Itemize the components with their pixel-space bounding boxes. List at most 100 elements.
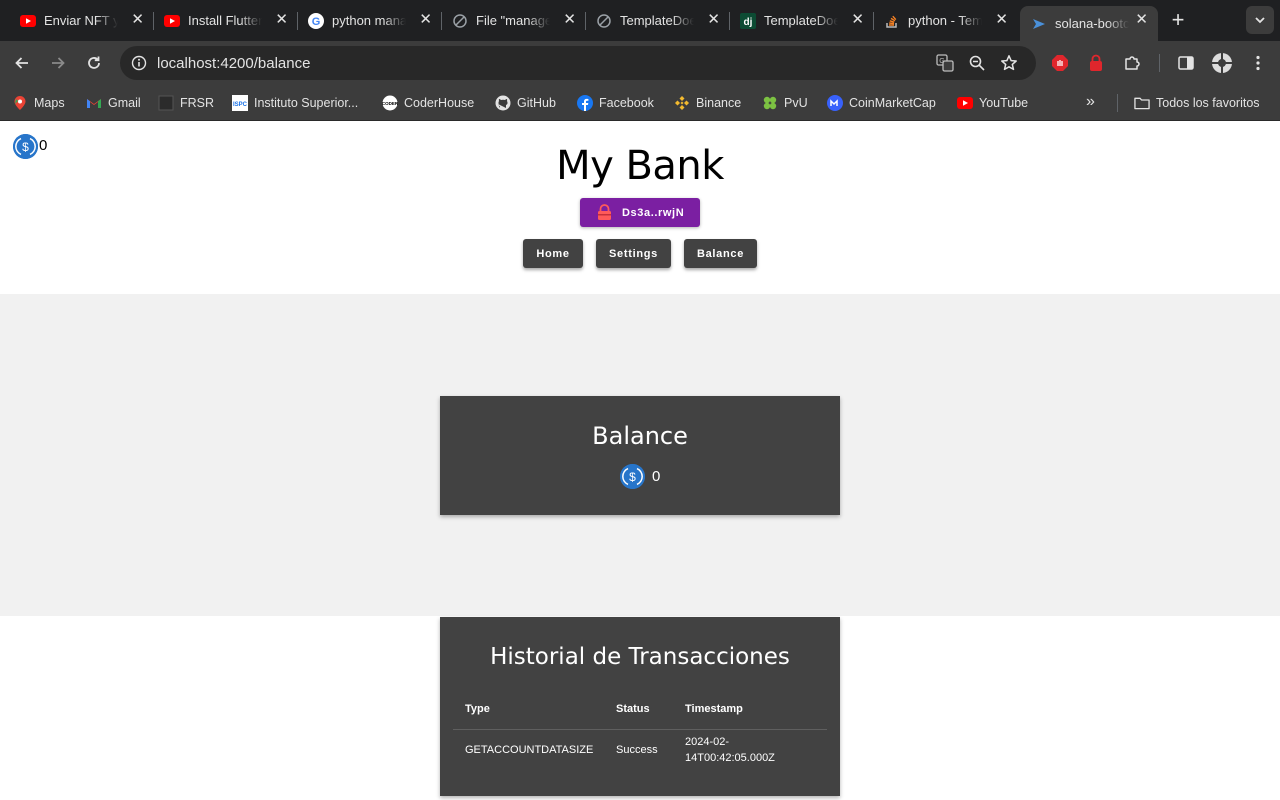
close-icon[interactable]: ✕ [995, 12, 1008, 28]
svg-text:CODER: CODER [382, 101, 398, 106]
bookmark-label: Facebook [599, 96, 654, 110]
tx-timestamp: 2024-02- 14T00:42:05.000Z [685, 736, 775, 765]
new-tab-button[interactable]: + [1166, 9, 1190, 33]
site-info-icon[interactable] [128, 52, 150, 74]
folder-icon [1134, 95, 1150, 111]
tab-title: python mana [332, 13, 406, 28]
close-icon[interactable]: ✕ [707, 12, 720, 28]
youtube-icon [164, 13, 180, 29]
wallet-lock-icon [596, 204, 613, 221]
table-row: GETACCOUNTDATASIZE Success 2024-02- 14T00… [453, 729, 827, 771]
table-header-row: Type Status Timestamp [453, 689, 827, 730]
all-bookmarks-folder[interactable]: Todos los favoritos [1134, 94, 1260, 112]
tab-enviar-nft[interactable]: Enviar NFT y ✕ [0, 0, 154, 41]
svg-text:ISPC: ISPC [233, 102, 248, 108]
wallet-extension-icon[interactable] [1084, 51, 1108, 75]
zoom-icon[interactable] [968, 54, 986, 72]
angular-icon [1031, 16, 1047, 32]
tab-title: TemplateDoe [764, 13, 838, 28]
avatar[interactable] [1210, 51, 1234, 75]
page-title: My Bank [556, 143, 724, 189]
nav-settings-button[interactable]: Settings [596, 239, 671, 268]
tab-templatedoes-2[interactable]: dj TemplateDoe ✕ [720, 0, 874, 41]
bookmark-label: GitHub [517, 96, 556, 110]
nav-balance-button[interactable]: Balance [684, 239, 757, 268]
bookmark-label: YouTube [979, 96, 1029, 110]
frsr-icon [158, 95, 174, 111]
pvu-icon [762, 95, 778, 111]
close-icon[interactable]: ✕ [131, 12, 144, 28]
bookmark-gmail[interactable]: Gmail [86, 94, 141, 112]
bookmark-label: Binance [696, 96, 742, 110]
svg-text:$: $ [629, 470, 636, 484]
balance-amount: 0 [652, 468, 661, 485]
coinmarketcap-icon [827, 95, 843, 111]
column-header-status: Status [604, 689, 673, 730]
svg-text:G: G [312, 16, 321, 28]
tab-title: Enviar NFT y [44, 13, 118, 28]
bookmark-binance[interactable]: Binance [674, 94, 741, 112]
arrow-left-icon [15, 57, 28, 69]
bookmark-pvu[interactable]: PvU [762, 94, 808, 112]
bookmark-frsr[interactable]: FRSR [158, 94, 214, 112]
tab-solana-bootcamp[interactable]: solana-bootc ✕ [1020, 6, 1158, 41]
bookmark-label: PvU [784, 96, 808, 110]
youtube-icon [957, 95, 973, 111]
nav-home-button[interactable]: Home [523, 239, 583, 268]
tab-install-flutter[interactable]: Install Flutter ✕ [144, 0, 298, 41]
adblock-extension-icon[interactable] [1048, 51, 1072, 75]
wallet-address: Ds3a..rwjN [622, 206, 685, 219]
close-icon[interactable]: ✕ [851, 12, 864, 28]
binance-icon [674, 95, 690, 111]
url-text[interactable]: localhost:4200/balance [157, 55, 310, 72]
translate-icon[interactable]: G [936, 54, 954, 72]
puzzle-icon[interactable] [1120, 51, 1144, 75]
chevron-down-icon [1255, 17, 1265, 24]
star-icon[interactable] [1000, 54, 1018, 72]
svg-text:dj: dj [744, 17, 753, 28]
column-header-type: Type [453, 689, 604, 730]
arrow-right-icon [52, 57, 65, 69]
youtube-icon [20, 13, 36, 29]
address-bar[interactable]: localhost:4200/balance G [120, 46, 1036, 80]
toolbar-divider [1159, 54, 1160, 72]
back-button[interactable] [10, 51, 34, 75]
bookmarks-bar: Maps Gmail FRSR ISPC Instituto Superior.… [0, 85, 1280, 121]
tab-search-button[interactable] [1246, 6, 1274, 34]
tab-file-manage[interactable]: File "manage ✕ [432, 0, 586, 41]
bookmark-maps[interactable]: Maps [12, 94, 65, 112]
bookmark-coinmarketcap[interactable]: CoinMarketCap [827, 94, 936, 112]
tab-title: TemplateDoe [620, 13, 694, 28]
bookmark-label: Instituto Superior... [254, 96, 359, 110]
menu-dots-icon[interactable] [1246, 51, 1270, 75]
history-title: Historial de Transacciones [490, 644, 790, 670]
forward-button[interactable] [46, 51, 70, 75]
django-icon: dj [740, 12, 756, 29]
reload-button[interactable] [82, 51, 106, 75]
bookmark-label: CoinMarketCap [849, 96, 936, 110]
balance-card: Balance $ 0 [440, 396, 840, 515]
more-bookmarks-button[interactable]: » [1086, 93, 1095, 111]
bookmark-label: FRSR [180, 96, 215, 110]
bookmarks-divider [1117, 94, 1118, 112]
balance-amount-row: $ 0 [620, 464, 660, 489]
balance-card-title: Balance [592, 422, 688, 450]
google-icon: G [308, 12, 324, 29]
close-icon[interactable]: ✕ [563, 12, 576, 28]
wallet-button[interactable]: Ds3a..rwjN [580, 198, 700, 227]
tab-templatedoes-1[interactable]: TemplateDoe ✕ [576, 0, 730, 41]
tab-title: Install Flutter [188, 13, 262, 28]
close-icon[interactable]: ✕ [275, 12, 288, 28]
bookmark-github[interactable]: GitHub [495, 94, 556, 112]
side-panel-icon[interactable] [1174, 51, 1198, 75]
bookmark-youtube[interactable]: YouTube [957, 94, 1028, 112]
bookmark-coderhouse[interactable]: CODER CoderHouse [382, 94, 474, 112]
bookmark-instituto-superior[interactable]: ISPC Instituto Superior... [232, 94, 358, 112]
tab-python-template[interactable]: python - Tem ✕ [864, 0, 1018, 41]
tab-python-manage[interactable]: G python mana ✕ [288, 0, 442, 41]
bookmark-facebook[interactable]: Facebook [577, 94, 654, 112]
close-icon[interactable]: ✕ [1135, 12, 1148, 28]
column-header-timestamp: Timestamp [673, 689, 827, 730]
browser-tab-strip: Enviar NFT y ✕ Install Flutter ✕ G pytho… [0, 0, 1280, 41]
close-icon[interactable]: ✕ [419, 12, 432, 28]
